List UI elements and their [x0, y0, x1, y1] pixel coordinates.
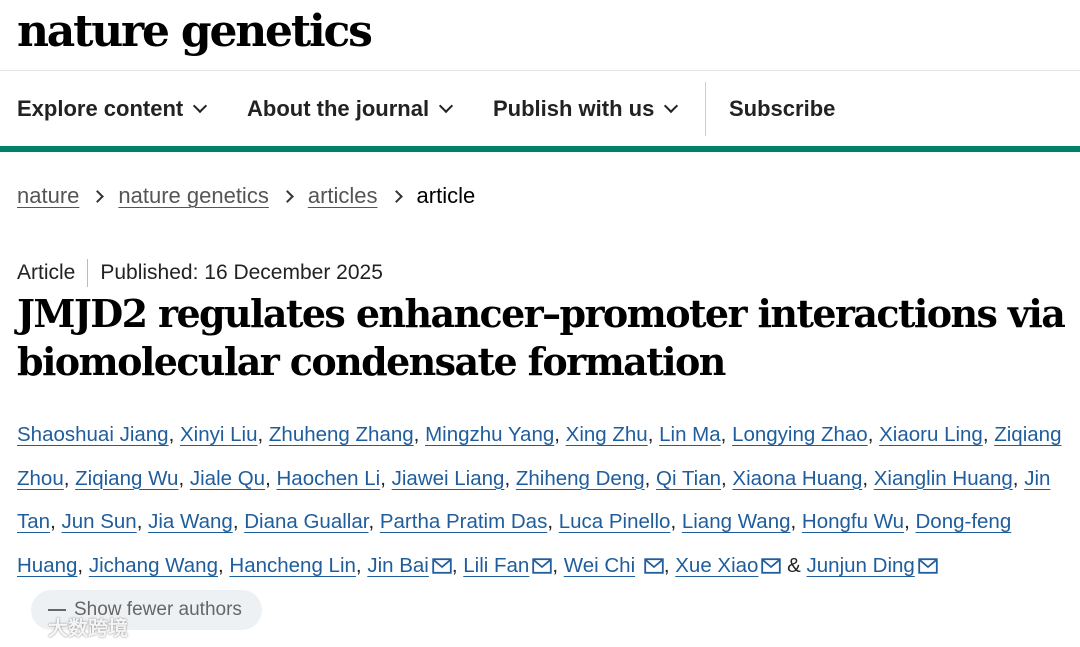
breadcrumb-articles[interactable]: articles [308, 183, 378, 209]
watermark-logo-icon [10, 617, 35, 634]
author-link[interactable]: Hancheng Lin [229, 554, 356, 577]
author-link[interactable]: Junjun Ding [807, 554, 915, 577]
author-link[interactable]: Xinyi Liu [180, 423, 258, 446]
author-link[interactable]: Xiaona Huang [732, 467, 862, 490]
author-list: Shaoshuai Jiang, Xinyi Liu, Zhuheng Zhan… [17, 413, 1067, 631]
chevron-right-icon [280, 189, 294, 203]
article-type: Article [17, 261, 76, 284]
article-title: JMJD2 regulates enhancer–promoter intera… [17, 291, 1066, 384]
author-link[interactable]: Xing Zhu [566, 423, 648, 446]
mail-icon[interactable] [918, 558, 938, 574]
nav-subscribe[interactable]: Subscribe [729, 80, 835, 138]
chevron-down-icon [439, 98, 454, 114]
author-link[interactable]: Lin Ma [659, 423, 721, 446]
breadcrumb: nature nature genetics articles article [17, 180, 475, 212]
author-link[interactable]: Haochen Li [276, 467, 380, 490]
nav-about-journal[interactable]: About the journal [247, 80, 454, 138]
author-link[interactable]: Partha Pratim Das [380, 510, 547, 533]
author-link[interactable]: Mingzhu Yang [425, 423, 554, 446]
main-nav: Explore content About the journal Publis… [0, 80, 1080, 140]
mail-icon[interactable] [432, 558, 452, 574]
nav-about-label: About the journal [247, 96, 430, 121]
author-link[interactable]: Longying Zhao [732, 423, 868, 446]
author-link[interactable]: Ziqiang Wu [75, 467, 178, 490]
author-link[interactable]: Xianglin Huang [874, 467, 1013, 490]
nav-subscribe-label: Subscribe [729, 96, 836, 121]
chevron-down-icon [664, 98, 679, 114]
nav-publish-label: Publish with us [493, 96, 655, 121]
author-link[interactable]: Liang Wang [682, 510, 791, 533]
journal-logo[interactable]: nature genetics [17, 4, 373, 60]
author-link[interactable]: Jiawei Liang [392, 467, 505, 490]
author-link[interactable]: Xiaoru Ling [879, 423, 983, 446]
mail-icon[interactable] [644, 558, 664, 574]
author-link[interactable]: Jun Sun [61, 510, 136, 533]
author-link[interactable]: Hongfu Wu [802, 510, 904, 533]
author-link[interactable]: Jin Bai [367, 554, 429, 577]
published-date: Published: 16 December 2025 [100, 261, 383, 284]
watermark-text: 大数跨境 [48, 618, 128, 640]
nav-publish-with-us[interactable]: Publish with us [493, 80, 679, 138]
mail-icon[interactable] [532, 558, 553, 574]
mail-icon[interactable] [761, 558, 782, 574]
author-link[interactable]: Zhuheng Zhang [269, 423, 414, 446]
author-link[interactable]: Jia Wang [148, 510, 233, 533]
author-link[interactable]: Shaoshuai Jiang [17, 423, 169, 446]
chevron-down-icon [193, 98, 208, 114]
author-link[interactable]: Zhiheng Deng [516, 467, 645, 490]
author-link[interactable]: Diana Guallar [244, 510, 368, 533]
author-link[interactable]: Xue Xiao [675, 554, 758, 577]
nav-divider [705, 82, 706, 136]
chevron-right-icon [91, 189, 105, 203]
watermark: 大数跨境 [8, 612, 128, 641]
author-link[interactable]: Lili Fan [463, 554, 529, 577]
author-link[interactable]: Luca Pinello [559, 510, 671, 533]
author-link[interactable]: Qi Tian [656, 467, 721, 490]
author-link[interactable]: Jiale Qu [190, 467, 265, 490]
accent-bar [0, 146, 1080, 152]
breadcrumb-current: article [416, 183, 476, 208]
nav-explore-label: Explore content [17, 96, 184, 121]
chevron-right-icon [389, 189, 403, 203]
article-meta: Article Published: 16 December 2025 [17, 258, 383, 288]
header-divider [0, 70, 1080, 71]
author-link[interactable]: Wei Chi [564, 554, 635, 577]
meta-divider [87, 259, 89, 287]
minus-icon [48, 608, 66, 611]
breadcrumb-nature[interactable]: nature [17, 183, 79, 209]
nav-explore-content[interactable]: Explore content [17, 80, 208, 138]
author-link[interactable]: Jichang Wang [89, 554, 218, 577]
breadcrumb-nature-genetics[interactable]: nature genetics [118, 183, 268, 209]
